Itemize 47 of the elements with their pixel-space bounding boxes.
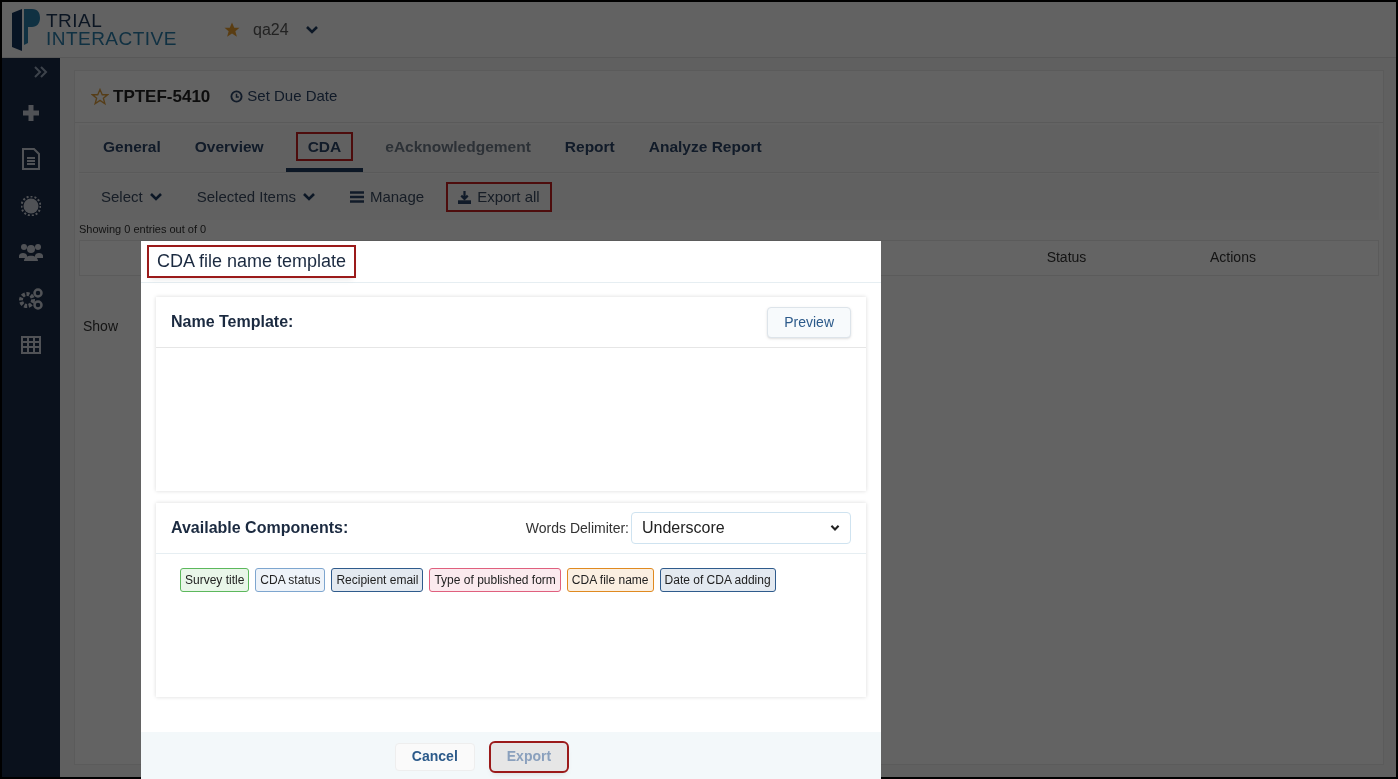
double-chevron-icon[interactable]	[34, 66, 48, 78]
logo-text: TRIAL	[46, 11, 104, 30]
tab[interactable]: Analyze Report	[636, 125, 774, 172]
users-icon[interactable]	[19, 242, 43, 262]
badge-icon[interactable]	[21, 196, 41, 216]
gears-icon[interactable]	[19, 288, 43, 310]
page-title: TPTEF-5410	[113, 85, 211, 108]
star-icon[interactable]	[91, 87, 109, 106]
dropdown-button[interactable]: Selected Items	[186, 183, 326, 211]
delimiter-label: Words Delimiter:	[525, 518, 629, 538]
column-header: Actions	[1209, 248, 1257, 267]
tab[interactable]: Report	[552, 125, 627, 172]
chevron-icon	[301, 192, 316, 202]
workspace-selector[interactable]: qa24	[223, 17, 319, 42]
list-icon	[349, 191, 364, 203]
footer-text: Show	[83, 316, 119, 336]
component-tag[interactable]: Recipient email	[331, 568, 424, 592]
section-label: Name Template:	[171, 312, 294, 332]
component-tag[interactable]: CDA file name	[566, 568, 654, 592]
entries-info: Showing 0 entries out of 0	[79, 222, 208, 237]
document-icon[interactable]	[22, 148, 40, 170]
tab[interactable]: Overview	[182, 125, 276, 172]
logo-icon	[10, 6, 42, 53]
dropdown-button[interactable]: Select	[91, 183, 173, 211]
chevron-icon	[830, 524, 840, 532]
logo-text: INTERACTIVE	[46, 29, 177, 48]
section-label: Available Components:	[171, 518, 349, 538]
tab[interactable]: General	[91, 125, 173, 172]
due-date-button[interactable]: Set Due Date	[230, 85, 338, 108]
component-tag[interactable]: Type of published form	[429, 568, 561, 592]
export-button[interactable]: Export all	[448, 183, 550, 211]
column-header: Status	[1045, 248, 1088, 267]
chevron-icon	[304, 24, 319, 35]
preview-button[interactable]: Preview	[767, 306, 851, 338]
component-tag[interactable]: CDA status	[255, 568, 326, 592]
cancel-button[interactable]: Cancel	[394, 742, 475, 771]
plus-icon[interactable]	[22, 104, 40, 122]
export-button: Export	[490, 742, 568, 771]
clock-icon	[230, 90, 244, 103]
chevron-icon	[148, 192, 163, 202]
table-icon[interactable]	[21, 336, 41, 354]
component-tag[interactable]: Date of CDA adding	[659, 568, 776, 592]
download-icon	[458, 190, 472, 204]
manage-button[interactable]: Manage	[339, 183, 435, 211]
dialog-title: CDA file name template	[149, 247, 355, 276]
delimiter-dropdown[interactable]: Underscore	[631, 512, 851, 544]
component-tag[interactable]: Survey title	[180, 568, 250, 592]
